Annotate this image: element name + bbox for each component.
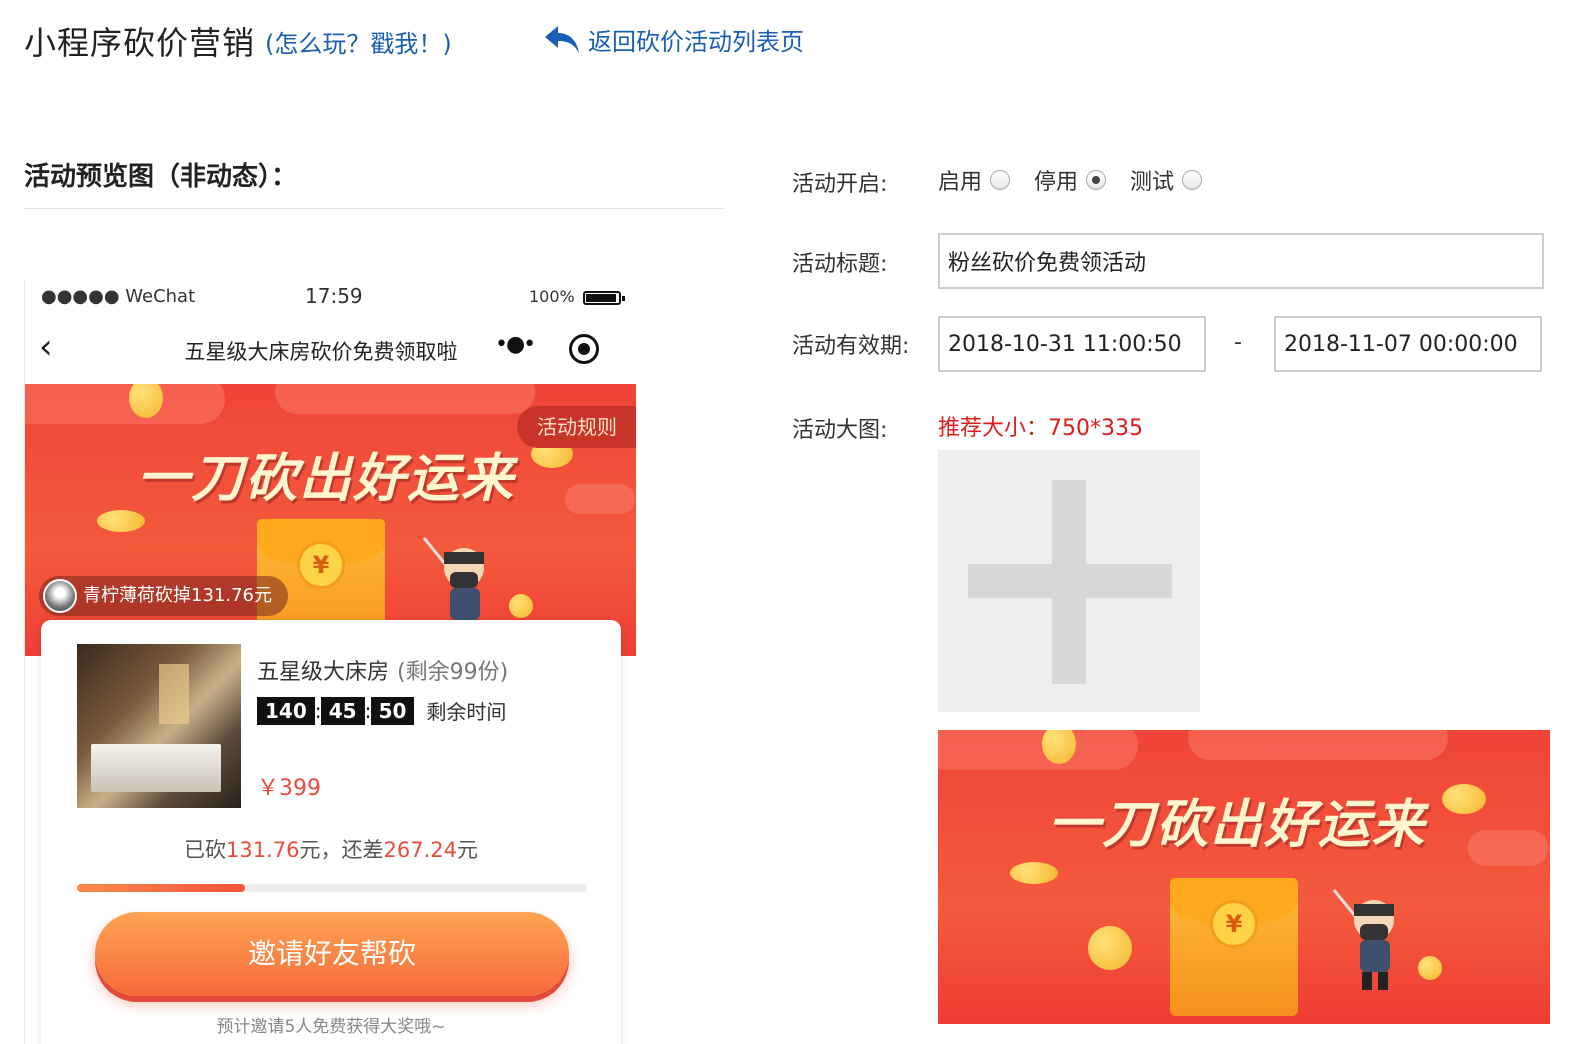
- cut-amount: 131.76: [226, 838, 300, 862]
- page-header: 小程序砍价营销 (怎么玩？戳我！): [24, 16, 452, 66]
- battery-percent: 100%: [529, 287, 575, 306]
- date-separator: -: [1234, 330, 1242, 355]
- radio-test-label: 测试: [1130, 170, 1175, 195]
- coin-decoration: [1010, 862, 1058, 884]
- radio-test-circle[interactable]: [1182, 170, 1203, 190]
- period-label: 活动有效期:: [792, 334, 910, 359]
- back-link-label: 返回砍价活动列表页: [588, 28, 804, 56]
- activity-banner: 活动规则 一刀砍出好运来 ¥ 青柠薄荷砍掉131.76元: [25, 384, 636, 656]
- phone-nav-bar: ‹ 五星级大床房砍价免费领取啦 •●•: [25, 316, 636, 382]
- invite-friends-button[interactable]: 邀请好友帮砍: [95, 912, 569, 996]
- coin-decoration: [509, 594, 533, 618]
- cloud-decoration: [565, 484, 635, 514]
- cut-progress-fill: [77, 884, 246, 892]
- cloud-decoration: [1188, 730, 1448, 760]
- more-dots-icon: •●•: [495, 332, 536, 357]
- cut-prefix: 已砍: [184, 838, 227, 862]
- battery-icon: [583, 291, 625, 305]
- help-link[interactable]: (怎么玩？戳我！): [265, 24, 452, 59]
- countdown-minutes: 45: [320, 696, 365, 725]
- section-divider: [24, 208, 724, 209]
- yen-coin-icon: ¥: [1210, 900, 1258, 948]
- status-radio-group: 启用 停用 测试: [938, 164, 1226, 196]
- product-card: 五星级大床房 (剩余99份) 140 : 45 : 50 剩余时间 ￥399 已砍…: [41, 620, 621, 1044]
- activity-rules-button[interactable]: 活动规则: [517, 406, 636, 448]
- title-label: 活动标题:: [792, 252, 888, 277]
- product-name: 五星级大床房 (剩余99份): [257, 654, 508, 686]
- image-label: 活动大图:: [792, 418, 888, 443]
- coin-decoration: [1442, 784, 1486, 814]
- radio-enable-label: 启用: [938, 170, 983, 195]
- reply-arrow-icon: [545, 25, 579, 53]
- invite-hint: 预计邀请5人免费获得大奖哦~: [216, 1017, 446, 1037]
- yen-coin-icon: ¥: [297, 541, 345, 589]
- preview-section-title: 活动预览图（非动态）：: [24, 162, 298, 192]
- countdown-timer: 140 : 45 : 50 剩余时间: [257, 696, 506, 725]
- cloud-decoration: [938, 730, 1138, 770]
- remaining-amount: 267.24: [383, 838, 457, 862]
- radio-disable-circle[interactable]: [1086, 170, 1107, 190]
- coin-decoration: [1418, 956, 1442, 980]
- coin-decoration: [1088, 926, 1132, 970]
- plus-icon-bar: [968, 564, 1172, 598]
- title-input[interactable]: [938, 233, 1544, 289]
- countdown-seconds: 50: [370, 696, 415, 725]
- cut-ticker: 青柠薄荷砍掉131.76元: [39, 576, 288, 616]
- status-label: 活动开启:: [792, 172, 888, 197]
- status-time: 17:59: [305, 284, 363, 308]
- uploaded-banner-image: 一刀砍出好运来 ¥: [938, 730, 1550, 1024]
- avatar: [43, 579, 77, 613]
- back-to-list-link[interactable]: 返回砍价活动列表页: [542, 22, 804, 57]
- radio-disable-label: 停用: [1034, 170, 1079, 195]
- phone-nav-title: 五星级大床房砍价免费领取啦: [184, 340, 458, 364]
- banner-slogan: 一刀砍出好运来: [137, 449, 516, 509]
- countdown-hours: 140: [257, 696, 315, 725]
- radio-enable-circle[interactable]: [990, 170, 1011, 190]
- product-stock: (剩余99份): [397, 660, 509, 685]
- red-envelope-icon: ¥: [1170, 878, 1298, 1016]
- coin-decoration: [97, 510, 145, 532]
- cut-suffix: 元: [456, 838, 478, 862]
- capsule-close-icon: [569, 334, 599, 364]
- cut-middle: 元，还差: [299, 838, 384, 862]
- cloud-decoration: [275, 384, 535, 414]
- product-image: [77, 644, 241, 808]
- radio-test[interactable]: 测试: [1130, 164, 1203, 196]
- product-name-text: 五星级大床房: [257, 660, 390, 685]
- cloud-decoration: [25, 384, 225, 424]
- image-size-hint: 推荐大小：750*335: [938, 416, 1143, 441]
- cut-summary: 已砍131.76元，还差267.24元: [41, 834, 621, 864]
- end-date-input[interactable]: [1274, 316, 1542, 372]
- cloud-decoration: [1468, 830, 1548, 866]
- start-date-input[interactable]: [938, 316, 1206, 372]
- carrier-label: ●●●●● WeChat: [41, 286, 196, 307]
- countdown-label: 剩余时间: [426, 700, 507, 724]
- page-title: 小程序砍价营销: [24, 24, 256, 62]
- image-upload-button[interactable]: [938, 450, 1200, 712]
- cut-ticker-text: 青柠薄荷砍掉131.76元: [83, 585, 272, 606]
- cut-progress-bar: [77, 884, 587, 892]
- phone-status-bar: ●●●●● WeChat 17:59 100%: [25, 280, 636, 316]
- ninja-mascot-icon: [1332, 889, 1394, 990]
- phone-preview: ●●●●● WeChat 17:59 100% ‹ 五星级大床房砍价免费领取啦 …: [24, 280, 636, 1044]
- product-price: ￥399: [257, 776, 321, 801]
- radio-enable[interactable]: 启用: [938, 164, 1011, 196]
- radio-disable[interactable]: 停用: [1034, 164, 1107, 196]
- big-banner-slogan: 一刀砍出好运来: [1048, 795, 1427, 855]
